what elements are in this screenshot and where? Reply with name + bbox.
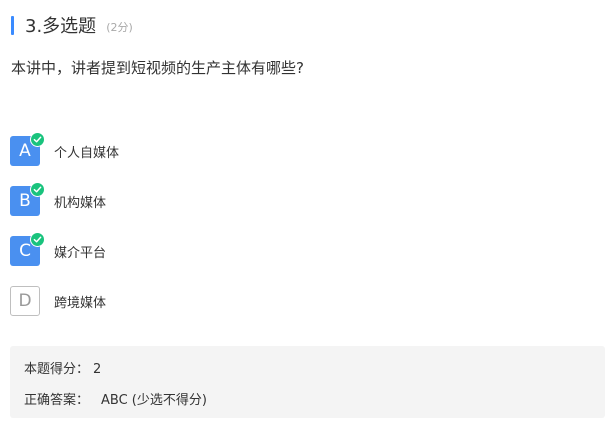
option-c[interactable]: C 媒介平台 [10,232,107,266]
score-row: 本题得分： 2 [24,358,101,377]
question-stem: 本讲中，讲者提到短视频的生产主体有哪些? [11,59,304,77]
option-letter-d[interactable]: D [10,286,40,316]
answer-panel: 本题得分： 2 正确答案： ABC (少选不得分) [10,346,605,418]
option-text: 跨境媒体 [54,295,107,311]
option-letter-label: A [19,141,31,161]
score-value: 2 [93,362,102,377]
option-letter-label: C [19,241,31,261]
check-circle-icon [30,132,45,147]
question-score: (2分) [106,21,133,34]
option-d[interactable]: D 跨境媒体 [10,286,106,316]
option-letter-c[interactable]: C [10,232,45,266]
option-text: 媒介平台 [54,245,107,261]
option-text: 机构媒体 [54,195,107,211]
option-letter-b[interactable]: B [10,182,45,216]
score-label: 本题得分： [24,362,90,377]
option-letter-a[interactable]: A [10,132,45,166]
option-b[interactable]: B 机构媒体 [10,182,107,216]
correct-answer-row: 正确答案： ABC (少选不得分) [24,389,207,408]
question-title: 3.多选题 [25,16,97,37]
option-a[interactable]: A 个人自媒体 [10,132,120,166]
option-text: 个人自媒体 [54,145,120,161]
title-accent-bar [11,15,14,35]
question-header: 3.多选题 (2分) [11,14,133,37]
check-circle-icon [30,182,45,197]
correct-answer-value: ABC (少选不得分) [101,393,207,408]
check-circle-icon [30,232,45,247]
correct-answer-label: 正确答案： [24,393,90,408]
option-letter-label: D [18,291,32,311]
option-letter-label: B [19,191,31,211]
